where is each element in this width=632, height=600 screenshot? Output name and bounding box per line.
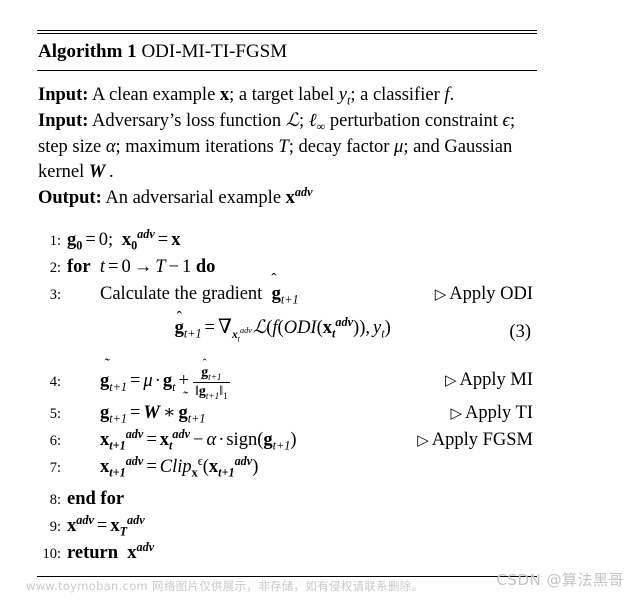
step-content-9: xadv = xTadv (67, 512, 145, 539)
fraction-mi: ̂gt+1‖̂gt+1‖1 (192, 365, 230, 401)
step-number-2: 2: (49, 260, 61, 277)
output-text: An adversarial example xadv (105, 184, 313, 208)
step-comment-6: ▷ Apply FGSM (417, 427, 533, 454)
csdn-watermark-text: CSDN @算法黑哥 (496, 571, 624, 589)
toymoban-watermark-text: www.toymoban.com 网络图片仅供展示，非存储，如有侵权请联系删除。 (26, 579, 424, 593)
comment-text-ti: Apply TI (464, 403, 533, 424)
do-keyword: do (195, 257, 216, 278)
step-number-7: 7: (49, 460, 61, 477)
return-keyword: return (67, 542, 119, 563)
output-line: Output: An adversarial example xadv (38, 184, 537, 212)
triangle-marker-icon: ▷ (444, 373, 457, 390)
step-number-3: 3: (49, 287, 61, 304)
step-number-8: 8: (49, 491, 61, 508)
step-comment-3: ▷ Apply ODI (435, 281, 533, 308)
step-row-1: 1: g0 = 0; x0adv = x (37, 227, 537, 254)
step-row-5: 5: gt+1=W∗̃gt+1 ▷Apply TI (37, 400, 537, 427)
algorithm-figure: Algorithm 1 ODI-MI-TI-FGSM Input: A clea… (37, 30, 537, 577)
step-row-2: 2: for t = 0 → T −1 do (37, 254, 537, 281)
algorithm-title-label: Algorithm 1 (38, 41, 137, 62)
input-line-2: Input: Adversary’s loss function ℒ; ℓ∞ p… (38, 108, 537, 186)
step-number-1: 1: (49, 233, 61, 250)
triangle-marker-icon: ▷ (417, 433, 429, 450)
triangle-marker-icon: ▷ (450, 406, 462, 423)
step-comment-4: ▷ Apply MI (445, 365, 533, 396)
equation-expression: ̂gt+1=∇xtadvℒ(f(ODI(xtadv)),yt) (174, 314, 391, 344)
comment-text-odi: Apply ODI (449, 284, 533, 305)
algorithm-title: Algorithm 1 ODI-MI-TI-FGSM (37, 34, 537, 70)
comment-text-fgsm: Apply FGSM (431, 430, 533, 451)
step-number-10: 10: (42, 545, 61, 562)
input-keyword-1: Input: (38, 84, 89, 105)
algorithm-title-name: ODI-MI-TI-FGSM (141, 41, 288, 62)
step-content-10: return xadv (67, 539, 155, 563)
step-content-4: ̃gt+1=μ·gt+̂gt+1‖̂gt+1‖1 (67, 365, 231, 401)
step-row-4: 4: ̃gt+1=μ·gt+̂gt+1‖̂gt+1‖1 ▷Apply MI (37, 365, 537, 400)
for-keyword: for (67, 257, 91, 278)
step-row-6: 6: xt+1adv = xtadv − α · sign(gt+1) ▷ Apply FGS… (37, 427, 537, 454)
input-text-1: A clean example x; a target label yt; a … (92, 84, 455, 108)
step-content-7: xt+1adv = Clipxϵ(xt+1adv) (100, 454, 259, 480)
triangle-marker-icon: ▷ (434, 287, 447, 304)
step-content-8: end for (67, 488, 125, 509)
step-row-10: 10: return xadv (37, 540, 537, 567)
step-row-9: 9: xadv = xTadv (37, 513, 537, 540)
algorithm-steps: 1: g0 = 0; x0adv = x 2: for t = 0 → T −1 do 3: (37, 227, 537, 567)
step-number-6: 6: (49, 433, 61, 450)
step-row-7: 7: xt+1adv = Clipxϵ(xt+1adv) (37, 454, 537, 486)
input-keyword-2: Input: (38, 111, 89, 132)
step-content-6: xt+1adv = xtadv − α · sign(gt+1) (100, 427, 297, 453)
footer-watermark-bar: www.toymoban.com 网络图片仅供展示，非存储，如有侵权请联系删除。… (0, 570, 632, 600)
step-number-5: 5: (49, 406, 61, 423)
step-row-3: 3: Calculate the gradient ̂gt+1 ▷Apply O… (37, 281, 537, 308)
output-keyword: Output: (38, 187, 102, 208)
algorithm-preamble: Input: A clean example x; a target label… (37, 83, 537, 212)
step-content-2: for t = 0 → T −1 do (67, 257, 216, 278)
step-content-5: gt+1=W∗̃gt+1 (100, 403, 206, 426)
equation-row-3: ̂gt+1=∇xtadvℒ(f(ODI(xtadv)),yt) (3) (37, 314, 537, 355)
step-content-1: g0 = 0; x0adv = x (67, 226, 181, 253)
input-text-2: Adversary’s loss function ℒ; ℓ∞ perturba… (38, 110, 516, 183)
algorithm-body: Input: A clean example x; a target label… (37, 71, 537, 576)
step-number-4: 4: (49, 374, 61, 391)
step-row-8: 8: end for (37, 486, 537, 513)
step-number-9: 9: (49, 518, 61, 535)
comment-text-mi: Apply MI (459, 370, 534, 391)
step-comment-5: ▷ Apply TI (450, 400, 533, 427)
input-line-1: Input: A clean example x; a target label… (38, 83, 537, 109)
equation-number: (3) (509, 322, 531, 343)
step-content-3: Calculate the gradient ̂gt+1 (100, 284, 299, 307)
